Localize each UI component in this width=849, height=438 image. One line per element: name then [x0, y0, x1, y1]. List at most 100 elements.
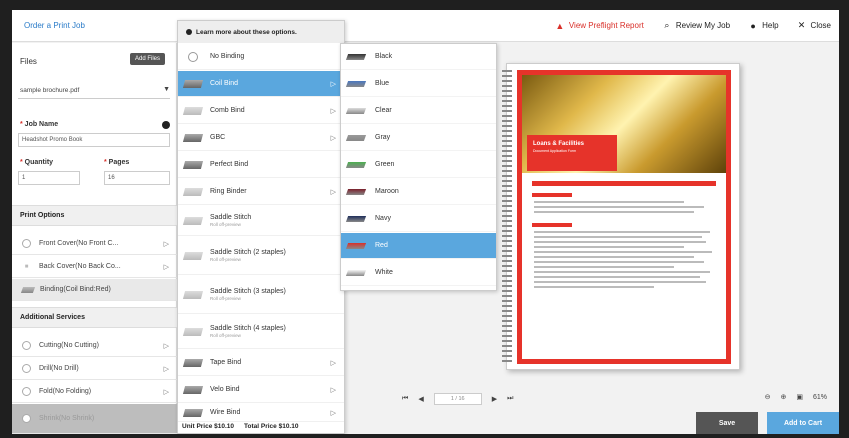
- color-label: Clear: [375, 107, 392, 114]
- radio-icon: [188, 51, 198, 62]
- option-cutting[interactable]: Cutting(No Cutting) ▷: [12, 335, 177, 357]
- radio-icon: [22, 364, 31, 373]
- info-icon[interactable]: [162, 121, 170, 129]
- binding-text: Saddle Stitch (2 staples) Roll off-previ…: [210, 249, 286, 262]
- coil-swatch-icon: [345, 53, 367, 60]
- page-input[interactable]: 1 / 16: [433, 393, 482, 405]
- color-navy[interactable]: Navy: [341, 206, 496, 232]
- tape-bind-icon: [182, 358, 204, 367]
- option-drill[interactable]: Drill(No Drill) ▷: [12, 358, 177, 380]
- binding-learn-more[interactable]: Learn more about these options.: [178, 21, 344, 43]
- doc-text-line: [534, 271, 710, 273]
- color-green[interactable]: Green: [341, 152, 496, 178]
- option-back-cover[interactable]: ■ Back Cover(No Back Co... ▷: [12, 256, 177, 278]
- binding-saddle-stitch-2[interactable]: Saddle Stitch (2 staples) Roll off-previ…: [178, 237, 344, 275]
- left-panel: Files Add Files sample brochure.pdf ▼ * …: [12, 43, 177, 434]
- additional-services-header: Additional Services: [12, 307, 177, 328]
- color-red[interactable]: Red: [341, 233, 496, 259]
- prev-page-icon[interactable]: ◀: [418, 395, 423, 403]
- option-fold[interactable]: Fold(No Folding) ▷: [12, 381, 177, 403]
- coil-bind-icon: [182, 79, 204, 88]
- fit-page-icon[interactable]: ▣: [796, 393, 803, 401]
- binding-label: Comb Bind: [210, 107, 245, 114]
- wire-bind-icon: [182, 408, 204, 417]
- job-name-input[interactable]: Headshot Promo Book: [18, 133, 170, 147]
- review-job-button[interactable]: ⌕ Review My Job: [662, 20, 730, 31]
- zoom-out-icon[interactable]: ⊖: [765, 393, 771, 401]
- binding-label: Saddle Stitch (2 staples): [210, 249, 286, 256]
- next-page-icon[interactable]: ▶: [492, 395, 497, 403]
- color-label: Green: [375, 161, 395, 168]
- help-icon: ●: [750, 20, 756, 31]
- doc-text-line: [534, 286, 654, 288]
- binding-text: Saddle Stitch (4 staples) Roll off-previ…: [210, 325, 286, 338]
- close-button[interactable]: ✕ Close: [797, 20, 831, 31]
- binding-saddle-stitch[interactable]: Saddle Stitch Roll off-preview: [178, 206, 344, 236]
- warning-icon: ▲: [555, 20, 565, 31]
- coil-binding-graphic: [502, 70, 512, 362]
- option-label: Drill(No Drill): [39, 365, 79, 372]
- option-front-cover[interactable]: Front Cover(No Front C... ▷: [12, 233, 177, 255]
- option-label: Fold(No Folding): [39, 388, 92, 395]
- saddle-stitch-icon: [182, 216, 204, 225]
- help-label: Help: [762, 21, 779, 30]
- doc-text-line: [534, 276, 700, 278]
- add-to-cart-button[interactable]: Add to Cart: [767, 412, 839, 434]
- binding-saddle-stitch-4[interactable]: Saddle Stitch (4 staples) Roll off-previ…: [178, 315, 344, 349]
- chevron-right-icon: ▷: [163, 263, 169, 271]
- binding-ring-binder[interactable]: Ring Binder ▷: [178, 179, 344, 205]
- color-label: Maroon: [375, 188, 399, 195]
- quantity-input[interactable]: 1: [18, 171, 80, 185]
- view-preflight-button[interactable]: ▲ View Preflight Report: [555, 20, 643, 31]
- radio-icon: [22, 341, 31, 350]
- help-button[interactable]: ● Help: [748, 21, 778, 31]
- pages-input[interactable]: 16: [104, 171, 170, 185]
- binding-label: Perfect Bind: [210, 161, 249, 168]
- doc-section-heading: [532, 223, 572, 227]
- file-select[interactable]: sample brochure.pdf ▼: [18, 83, 170, 99]
- add-files-button[interactable]: Add Files: [130, 53, 166, 65]
- binding-perfect-bind[interactable]: Perfect Bind: [178, 152, 344, 178]
- binding-gbc[interactable]: GBC ▷: [178, 125, 344, 151]
- job-name-label: * Job Name: [20, 121, 59, 128]
- option-shrink[interactable]: Shrink(No Shrink): [12, 404, 177, 434]
- color-clear[interactable]: Clear: [341, 98, 496, 124]
- binding-tape-bind[interactable]: Tape Bind ▷: [178, 350, 344, 376]
- binding-label: Wire Bind: [210, 409, 241, 416]
- page-navigator: ⏮ ◀ 1 / 16 ▶ ⏭: [402, 393, 513, 405]
- color-label: Blue: [375, 80, 390, 87]
- binding-no-binding[interactable]: No Binding: [178, 44, 344, 70]
- document-preview: Loans & Facilities Document Application …: [502, 63, 740, 370]
- color-gray[interactable]: Gray: [341, 125, 496, 151]
- chevron-right-icon: ▷: [330, 80, 336, 88]
- binding-coil-bind[interactable]: Coil Bind ▷: [178, 71, 344, 97]
- chevron-down-icon: ▼: [163, 86, 170, 93]
- color-maroon[interactable]: Maroon: [341, 179, 496, 205]
- color-white[interactable]: White: [341, 260, 496, 286]
- last-page-icon[interactable]: ⏭: [507, 395, 513, 403]
- first-page-icon[interactable]: ⏮: [402, 395, 408, 403]
- doc-text-line: [534, 211, 694, 213]
- doc-text-line: [534, 266, 674, 268]
- top-actions: ▲ View Preflight Report ⌕ Review My Job …: [555, 20, 831, 31]
- search-icon: ⌕: [664, 20, 670, 30]
- binding-label: Saddle Stitch (3 staples): [210, 288, 286, 295]
- save-button[interactable]: Save: [696, 412, 758, 434]
- bullet-icon: ■: [24, 263, 29, 270]
- zoom-in-icon[interactable]: ⊕: [780, 393, 786, 401]
- binding-wire-bind[interactable]: Wire Bind ▷: [178, 404, 344, 422]
- chevron-right-icon: ▷: [330, 386, 336, 394]
- binding-velo-bind[interactable]: Velo Bind ▷: [178, 377, 344, 403]
- color-black[interactable]: Black: [341, 44, 496, 70]
- binding-sublabel: Roll off-preview: [210, 333, 241, 338]
- option-binding[interactable]: Binding(Coil Bind:Red): [12, 279, 177, 301]
- comb-bind-icon: [182, 106, 204, 115]
- velo-bind-icon: [182, 385, 204, 394]
- binding-saddle-stitch-3[interactable]: Saddle Stitch (3 staples) Roll off-previ…: [178, 276, 344, 314]
- unit-price: Unit Price $10.10: [182, 423, 235, 430]
- binding-text: Saddle Stitch Roll off-preview: [210, 214, 251, 227]
- saddle-stitch-icon: [182, 290, 204, 299]
- doc-section-heading: [532, 193, 572, 197]
- color-blue[interactable]: Blue: [341, 71, 496, 97]
- binding-comb-bind[interactable]: Comb Bind ▷: [178, 98, 344, 124]
